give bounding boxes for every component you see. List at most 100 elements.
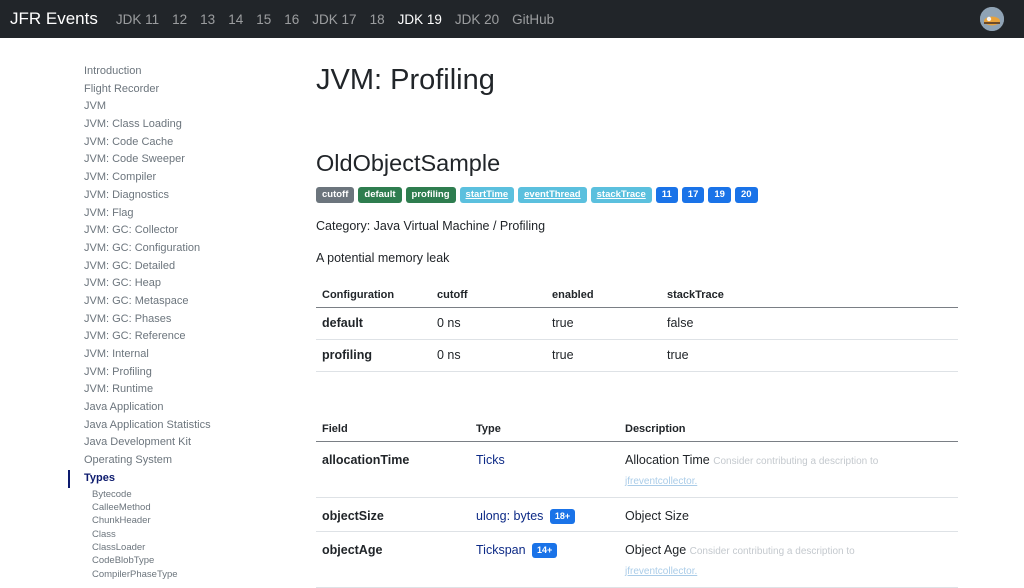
table-row: default 0 ns true false (316, 307, 958, 340)
table-header-row: Configuration cutoff enabled stackTrace (316, 280, 958, 308)
field-type-cell: Tickspan 14+ (470, 531, 619, 588)
nav-link-16[interactable]: 16 (284, 12, 299, 27)
sidebar-item-class-loading[interactable]: JVM: Class Loading (68, 116, 268, 134)
sidebar-item-operating-system[interactable]: Operating System (68, 452, 268, 470)
jfreventcollector-link[interactable]: jfreventcollector. (625, 476, 697, 487)
badge-row: cutoff default profiling startTime event… (316, 187, 758, 203)
field-type-link[interactable]: ulong: bytes (476, 509, 543, 523)
sidebar-item-code-sweeper[interactable]: JVM: Code Sweeper (68, 151, 268, 169)
sidebar-subitem-chunkheader[interactable]: ChunkHeader (68, 514, 268, 527)
jfreventcollector-link[interactable]: jfreventcollector. (625, 566, 697, 577)
avatar-icon[interactable] (980, 7, 1004, 31)
sidebar-item-flight-recorder[interactable]: Flight Recorder (68, 81, 268, 99)
field-type-cell: ulong: bytes 18+ (470, 497, 619, 532)
column-header: enabled (546, 280, 661, 308)
sidebar-item-gc-phases[interactable]: JVM: GC: Phases (68, 311, 268, 329)
event-category: Category: Java Virtual Machine / Profili… (316, 219, 546, 233)
sidebar-item-gc-metaspace[interactable]: JVM: GC: Metaspace (68, 293, 268, 311)
table-cell: profiling (316, 339, 431, 372)
sidebar-subitem-classloader[interactable]: ClassLoader (68, 541, 268, 554)
field-table: Field Type Description allocationTime Ti… (316, 414, 958, 588)
sidebar-item-profiling[interactable]: JVM: Profiling (68, 364, 268, 382)
sidebar-subitem-bytecode[interactable]: Bytecode (68, 488, 268, 501)
nav-link-12[interactable]: 12 (172, 12, 187, 27)
badge-jdk-20: 20 (734, 187, 758, 203)
contribute-note: Consider contributing a description to (689, 546, 855, 557)
table-row: objectAge Tickspan 14+ Object Age Consid… (316, 531, 958, 588)
table-cell: true (546, 339, 661, 372)
nav-link-jdk20[interactable]: JDK 20 (455, 12, 499, 27)
version-badge: 14+ (532, 543, 558, 558)
sidebar-item-java-development-kit[interactable]: Java Development Kit (68, 434, 268, 452)
field-type-cell: Ticks (470, 441, 619, 498)
badge-eventthread-link[interactable]: eventThread (518, 187, 587, 203)
field-name: allocationTime (316, 441, 470, 498)
sidebar-item-java-application[interactable]: Java Application (68, 399, 268, 417)
column-header: Field (316, 414, 470, 442)
column-header: Description (619, 414, 958, 442)
sidebar-item-gc-reference[interactable]: JVM: GC: Reference (68, 328, 268, 346)
event-title: OldObjectSample (316, 150, 501, 176)
table-cell: 0 ns (431, 339, 546, 372)
field-name: objectSize (316, 497, 470, 532)
field-name: objectAge (316, 531, 470, 588)
brand-link[interactable]: JFR Events (10, 9, 98, 29)
table-row: allocationTime Ticks Allocation Time Con… (316, 441, 958, 498)
sidebar-item-code-cache[interactable]: JVM: Code Cache (68, 134, 268, 152)
field-description-cell: Object Age Consider contributing a descr… (619, 531, 958, 588)
page-title: JVM: Profiling (316, 64, 495, 96)
nav-link-13[interactable]: 13 (200, 12, 215, 27)
field-type-link[interactable]: Tickspan (476, 543, 526, 557)
column-header: Type (470, 414, 619, 442)
sidebar-item-types[interactable]: Types (68, 469, 268, 488)
nav-link-jdk11[interactable]: JDK 11 (116, 12, 159, 27)
event-description: A potential memory leak (316, 251, 450, 265)
badge-profiling: profiling (405, 187, 456, 203)
badge-cutoff: cutoff (316, 187, 355, 203)
sidebar-item-gc-collector[interactable]: JVM: GC: Collector (68, 222, 268, 240)
table-row: profiling 0 ns true true (316, 339, 958, 372)
field-description: Allocation Time (625, 453, 710, 467)
nav-link-github[interactable]: GitHub (512, 12, 554, 27)
badge-default: default (358, 187, 402, 203)
nav-link-18[interactable]: 18 (370, 12, 385, 27)
sidebar-item-diagnostics[interactable]: JVM: Diagnostics (68, 187, 268, 205)
field-type-link[interactable]: Ticks (476, 453, 505, 467)
sidebar-item-compiler[interactable]: JVM: Compiler (68, 169, 268, 187)
nav-link-15[interactable]: 15 (256, 12, 271, 27)
badge-jdk-19: 19 (708, 187, 731, 203)
table-cell: default (316, 307, 431, 340)
sidebar-subitem-compilerphasetype[interactable]: CompilerPhaseType (68, 568, 268, 581)
sidebar-item-jvm[interactable]: JVM (68, 98, 268, 116)
nav-link-14[interactable]: 14 (228, 12, 243, 27)
sidebar-subitem-calleemethod[interactable]: CalleeMethod (68, 501, 268, 514)
table-header-row: Field Type Description (316, 414, 958, 442)
sidebar-item-gc-heap[interactable]: JVM: GC: Heap (68, 275, 268, 293)
sidebar-item-java-application-statistics[interactable]: Java Application Statistics (68, 417, 268, 435)
configuration-table: Configuration cutoff enabled stackTrace … (316, 280, 958, 372)
field-description: Object Age (625, 543, 687, 557)
contribute-note: Consider contributing a description to (713, 456, 879, 467)
sidebar-item-flag[interactable]: JVM: Flag (68, 205, 268, 223)
sidebar-item-gc-detailed[interactable]: JVM: GC: Detailed (68, 258, 268, 276)
badge-jdk-11: 11 (655, 187, 678, 203)
sidebar-subitem-codeblobtype[interactable]: CodeBlobType (68, 554, 268, 567)
nav-link-jdk19[interactable]: JDK 19 (398, 12, 442, 27)
column-header: Configuration (316, 280, 431, 308)
nav-links: JDK 11 12 13 14 15 16 JDK 17 18 JDK 19 J… (116, 12, 567, 27)
badge-starttime-link[interactable]: startTime (459, 187, 515, 203)
table-row: objectSize ulong: bytes 18+ Object Size (316, 497, 958, 532)
field-description-cell: Allocation Time Consider contributing a … (619, 441, 958, 498)
column-header: cutoff (431, 280, 546, 308)
sidebar-item-introduction[interactable]: Introduction (68, 63, 268, 81)
table-cell: true (546, 307, 661, 340)
top-navbar: JFR Events JDK 11 12 13 14 15 16 JDK 17 … (0, 0, 1024, 38)
sidebar-item-internal[interactable]: JVM: Internal (68, 346, 268, 364)
nav-link-jdk17[interactable]: JDK 17 (312, 12, 356, 27)
badge-stacktrace-link[interactable]: stackTrace (590, 187, 652, 203)
sidebar-item-gc-configuration[interactable]: JVM: GC: Configuration (68, 240, 268, 258)
sidebar-subitem-class[interactable]: Class (68, 528, 268, 541)
table-cell: true (661, 339, 958, 372)
field-description-cell: Object Size (619, 497, 958, 532)
sidebar-item-runtime[interactable]: JVM: Runtime (68, 381, 268, 399)
